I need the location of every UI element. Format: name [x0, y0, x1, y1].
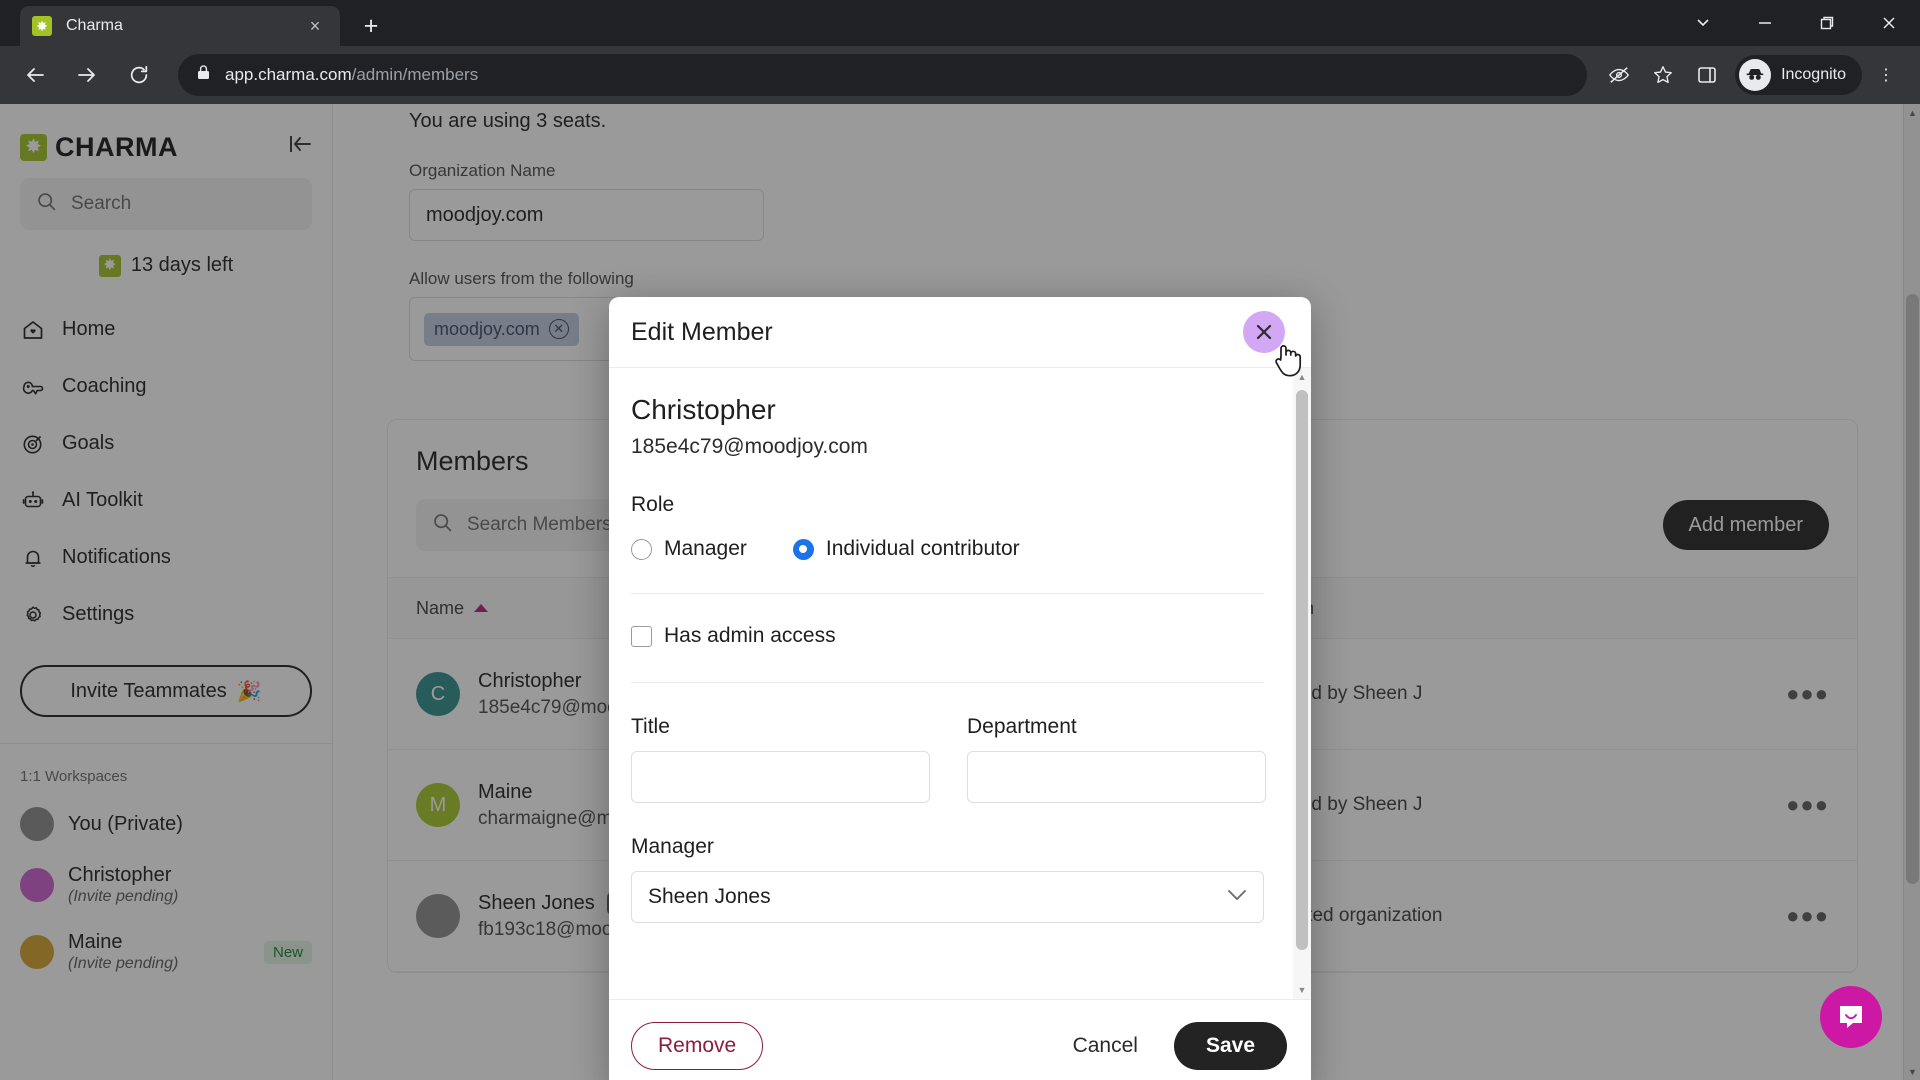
remove-button[interactable]: Remove — [631, 1022, 764, 1070]
modal-header: Edit Member — [609, 297, 1311, 368]
radio-label: Manager — [664, 537, 747, 560]
side-panel-icon[interactable] — [1687, 55, 1727, 95]
checkbox-label: Has admin access — [664, 624, 836, 647]
incognito-avatar-icon — [1739, 59, 1772, 91]
divider — [631, 593, 1264, 594]
modal-title: Edit Member — [631, 317, 773, 346]
forward-icon[interactable] — [66, 54, 108, 96]
incognito-label: Incognito — [1781, 66, 1846, 83]
member-email: 185e4c79@moodjoy.com — [631, 435, 868, 458]
back-icon[interactable] — [14, 54, 56, 96]
radio-manager[interactable]: Manager — [631, 537, 747, 561]
role-label: Role — [631, 493, 675, 516]
radio-individual-contributor[interactable]: Individual contributor — [792, 537, 1020, 561]
department-input[interactable] — [967, 751, 1266, 803]
tab-title: Charma — [66, 17, 123, 34]
modal-body: Christopher 185e4c79@moodjoy.com Role Ma… — [609, 368, 1311, 999]
address-bar-url: app.charma.com/admin/members — [225, 65, 479, 84]
bookmark-star-icon[interactable] — [1643, 55, 1683, 95]
tracking-protection-icon[interactable] — [1599, 55, 1639, 95]
page-viewport: ✸ CHARMA Search ✸ 13 days left Home Coac… — [0, 104, 1920, 1080]
scrollbar-thumb[interactable] — [1296, 390, 1308, 950]
address-bar[interactable]: app.charma.com/admin/members — [178, 54, 1588, 96]
intercom-chat-icon[interactable] — [1820, 986, 1882, 1048]
browser-tab[interactable]: ✸ Charma × — [20, 6, 340, 46]
charma-logo-icon: ✸ — [32, 16, 52, 36]
mouse-cursor — [1272, 341, 1306, 386]
minimize-icon[interactable] — [1734, 0, 1796, 46]
modal-footer: Remove Cancel Save — [609, 999, 1311, 1080]
radio-icon — [631, 538, 652, 560]
tab-search-icon[interactable] — [1672, 0, 1734, 46]
chevron-down-icon — [1227, 886, 1247, 908]
role-radio-group: Manager Individual contributor — [631, 537, 1285, 561]
lock-icon — [196, 64, 211, 86]
save-button[interactable]: Save — [1173, 1022, 1287, 1070]
browser-toolbar: app.charma.com/admin/members Incognito ⋮ — [0, 46, 1920, 104]
radio-label: Individual contributor — [825, 537, 1020, 560]
reload-icon[interactable] — [118, 54, 160, 96]
radio-icon-selected — [792, 538, 814, 560]
incognito-indicator[interactable]: Incognito — [1735, 55, 1862, 95]
new-tab-button[interactable]: + — [354, 9, 388, 43]
checkbox-icon — [631, 625, 652, 647]
title-department-row: Title Department — [631, 715, 1285, 803]
maximize-icon[interactable] — [1796, 0, 1858, 46]
admin-access-checkbox[interactable]: Has admin access — [631, 624, 1285, 648]
window-controls — [1672, 0, 1920, 46]
browser-tab-strip: ✸ Charma × + — [0, 0, 1920, 46]
manager-select[interactable]: Sheen Jones — [631, 871, 1264, 923]
scroll-down-icon[interactable]: ▼ — [1293, 981, 1311, 999]
modal-scrollbar[interactable]: ▲ ▼ — [1293, 368, 1311, 999]
title-input[interactable] — [631, 751, 930, 803]
manager-label: Manager — [631, 835, 714, 858]
title-label: Title — [631, 715, 670, 738]
manager-selected-value: Sheen Jones — [648, 885, 771, 908]
department-label: Department — [967, 715, 1077, 738]
cancel-button[interactable]: Cancel — [1073, 1034, 1138, 1058]
browser-menu-icon[interactable]: ⋮ — [1866, 55, 1906, 95]
divider — [631, 682, 1264, 683]
window-close-icon[interactable] — [1858, 0, 1920, 46]
tab-close-icon[interactable]: × — [302, 13, 328, 39]
member-name: Christopher — [631, 394, 776, 425]
edit-member-modal: Edit Member Christopher 185e4c79@moodjoy… — [609, 297, 1311, 1080]
